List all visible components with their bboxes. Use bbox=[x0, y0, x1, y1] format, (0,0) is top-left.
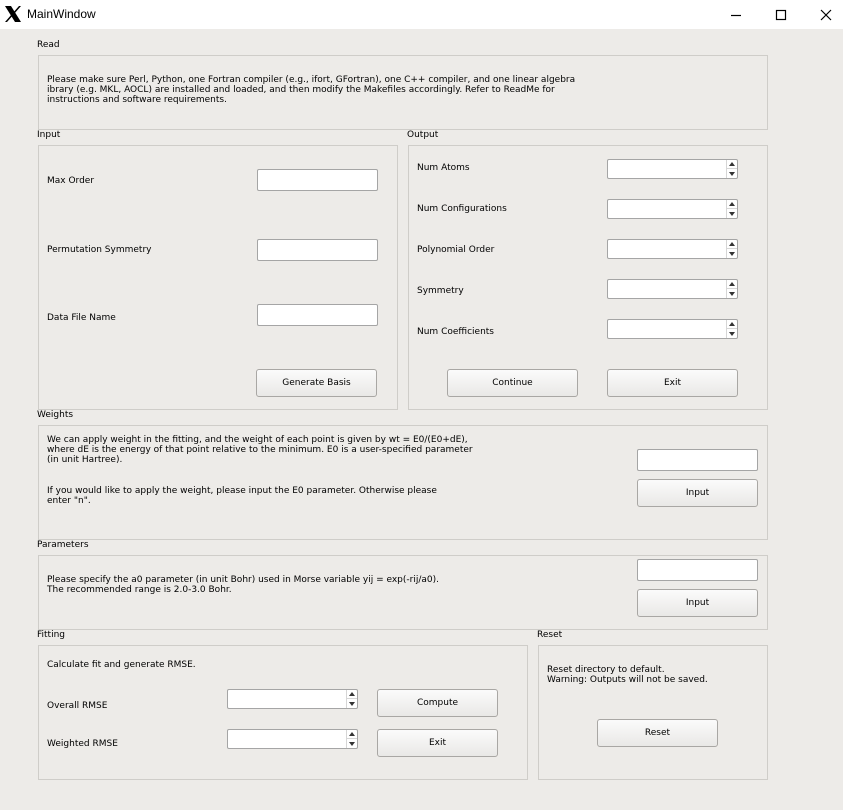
title-bar: MainWindow bbox=[0, 0, 843, 29]
weights-instruction: If you would like to apply the weight, p… bbox=[47, 486, 437, 506]
weights-description: We can apply weight in the fitting, and … bbox=[47, 435, 473, 465]
spin-divider bbox=[727, 208, 737, 209]
overall-rmse-label: Overall RMSE bbox=[47, 701, 108, 711]
parameters-description: Please specify the a0 parameter (in unit… bbox=[47, 575, 440, 595]
weights-e0-input[interactable] bbox=[637, 449, 758, 471]
spin-arrows[interactable] bbox=[726, 240, 737, 258]
max-order-label: Max Order bbox=[47, 176, 95, 186]
spin-divider bbox=[727, 168, 737, 169]
generate-basis-button[interactable]: Generate Basis bbox=[256, 369, 377, 397]
minimize-icon bbox=[730, 14, 741, 16]
maximize-icon bbox=[775, 9, 786, 20]
spin-arrows[interactable] bbox=[346, 730, 357, 748]
x-logo-icon bbox=[5, 6, 21, 22]
data-file-name-label: Data File Name bbox=[47, 313, 116, 323]
spin-up-icon[interactable] bbox=[349, 692, 355, 696]
spin-arrows[interactable] bbox=[726, 320, 737, 338]
symmetry-label: Symmetry bbox=[417, 286, 464, 296]
spin-down-icon[interactable] bbox=[729, 332, 735, 336]
spin-arrows[interactable] bbox=[346, 690, 357, 708]
permutation-symmetry-label: Permutation Symmetry bbox=[47, 245, 152, 255]
spin-up-icon[interactable] bbox=[729, 202, 735, 206]
num-coefficients-label: Num Coefficients bbox=[417, 327, 495, 337]
spin-down-icon[interactable] bbox=[349, 742, 355, 746]
spin-arrows[interactable] bbox=[726, 280, 737, 298]
parameters-group-label: Parameters bbox=[37, 540, 89, 550]
parameters-a0-input[interactable] bbox=[637, 559, 758, 581]
read-group-label: Read bbox=[37, 40, 60, 50]
read-instructions: Please make sure Perl, Python, one Fortr… bbox=[47, 75, 576, 105]
spin-up-icon[interactable] bbox=[729, 322, 735, 326]
weights-group-label: Weights bbox=[37, 410, 74, 420]
weights-input-button[interactable]: Input bbox=[637, 479, 758, 507]
spin-arrows[interactable] bbox=[726, 200, 737, 218]
spin-down-icon[interactable] bbox=[729, 172, 735, 176]
spin-up-icon[interactable] bbox=[729, 242, 735, 246]
spin-divider bbox=[727, 328, 737, 329]
close-icon bbox=[820, 9, 831, 20]
output-exit-button[interactable]: Exit bbox=[607, 369, 738, 397]
permutation-symmetry-input[interactable] bbox=[257, 239, 378, 261]
spin-down-icon[interactable] bbox=[729, 212, 735, 216]
num-atoms-label: Num Atoms bbox=[417, 163, 470, 173]
num-configurations-spinbox[interactable] bbox=[607, 199, 738, 219]
overall-rmse-spinbox[interactable] bbox=[227, 689, 358, 709]
input-group-label: Input bbox=[37, 130, 61, 140]
spin-down-icon[interactable] bbox=[349, 702, 355, 706]
fitting-description: Calculate fit and generate RMSE. bbox=[47, 660, 196, 670]
continue-button[interactable]: Continue bbox=[447, 369, 578, 397]
reset-button[interactable]: Reset bbox=[597, 719, 718, 747]
num-atoms-spinbox[interactable] bbox=[607, 159, 738, 179]
window-title: MainWindow bbox=[27, 7, 96, 21]
spin-divider bbox=[727, 288, 737, 289]
spin-down-icon[interactable] bbox=[729, 292, 735, 296]
spin-divider bbox=[347, 698, 357, 699]
close-button[interactable] bbox=[803, 0, 843, 29]
spin-up-icon[interactable] bbox=[729, 282, 735, 286]
data-file-name-input[interactable] bbox=[257, 304, 378, 326]
spin-down-icon[interactable] bbox=[729, 252, 735, 256]
weighted-rmse-spinbox[interactable] bbox=[227, 729, 358, 749]
fitting-exit-button[interactable]: Exit bbox=[377, 729, 498, 757]
parameters-input-button[interactable]: Input bbox=[637, 589, 758, 617]
max-order-input[interactable] bbox=[257, 169, 378, 191]
output-group-label: Output bbox=[407, 130, 439, 140]
spin-divider bbox=[727, 248, 737, 249]
reset-description: Reset directory to default. Warning: Out… bbox=[547, 665, 708, 685]
num-configurations-label: Num Configurations bbox=[417, 204, 507, 214]
spin-divider bbox=[347, 738, 357, 739]
spin-up-icon[interactable] bbox=[729, 162, 735, 166]
weighted-rmse-label: Weighted RMSE bbox=[47, 739, 118, 749]
minimize-button[interactable] bbox=[713, 0, 758, 29]
reset-group-label: Reset bbox=[537, 630, 563, 640]
compute-button[interactable]: Compute bbox=[377, 689, 498, 717]
num-coefficients-spinbox[interactable] bbox=[607, 319, 738, 339]
polynomial-order-spinbox[interactable] bbox=[607, 239, 738, 259]
spin-up-icon[interactable] bbox=[349, 732, 355, 736]
maximize-button[interactable] bbox=[758, 0, 803, 29]
fitting-group-label: Fitting bbox=[37, 630, 65, 640]
spin-arrows[interactable] bbox=[726, 160, 737, 178]
symmetry-spinbox[interactable] bbox=[607, 279, 738, 299]
polynomial-order-label: Polynomial Order bbox=[417, 245, 495, 255]
